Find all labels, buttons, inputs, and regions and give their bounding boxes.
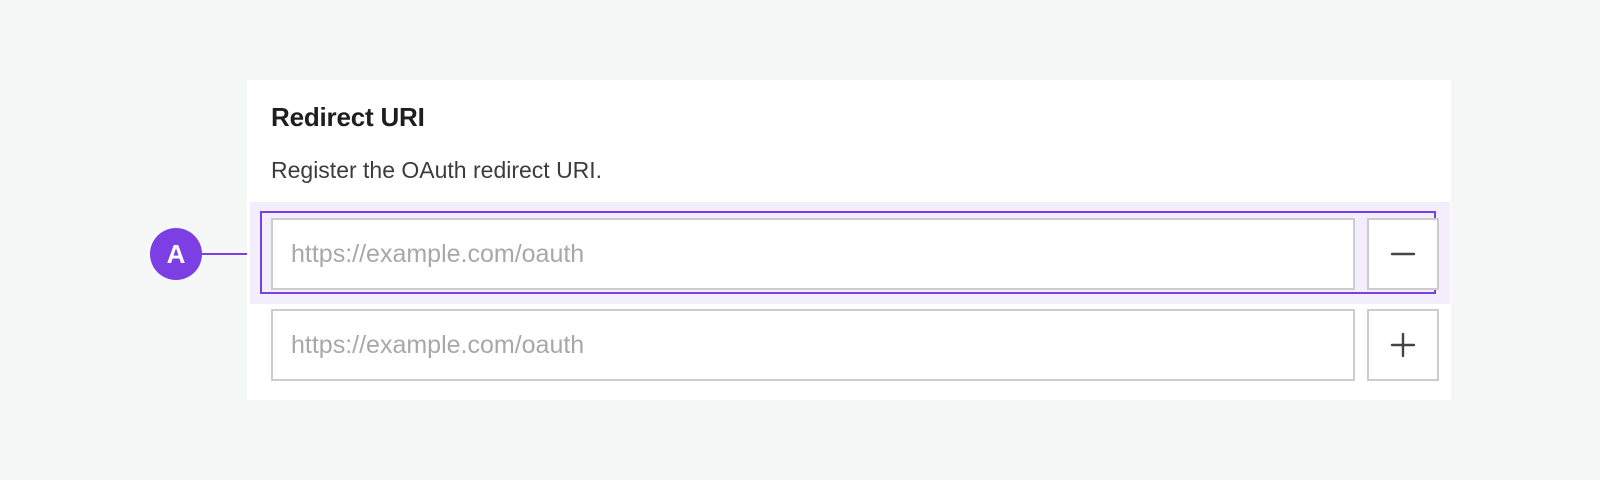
- redirect-uri-input[interactable]: [271, 309, 1355, 381]
- callout-badge: A: [150, 228, 202, 280]
- page: A Redirect URI Register the OAuth redire…: [0, 0, 1600, 480]
- remove-uri-button[interactable]: [1367, 218, 1439, 290]
- plus-icon: [1390, 332, 1416, 358]
- redirect-uri-row: [271, 309, 1439, 381]
- section-description: Register the OAuth redirect URI.: [271, 157, 603, 183]
- add-uri-button[interactable]: [1367, 309, 1439, 381]
- redirect-uri-section: Redirect URI Register the OAuth redirect…: [247, 80, 1451, 400]
- minus-icon: [1390, 252, 1416, 256]
- section-title: Redirect URI: [271, 102, 425, 132]
- redirect-uri-input[interactable]: [271, 218, 1355, 290]
- redirect-uri-row: [271, 218, 1439, 290]
